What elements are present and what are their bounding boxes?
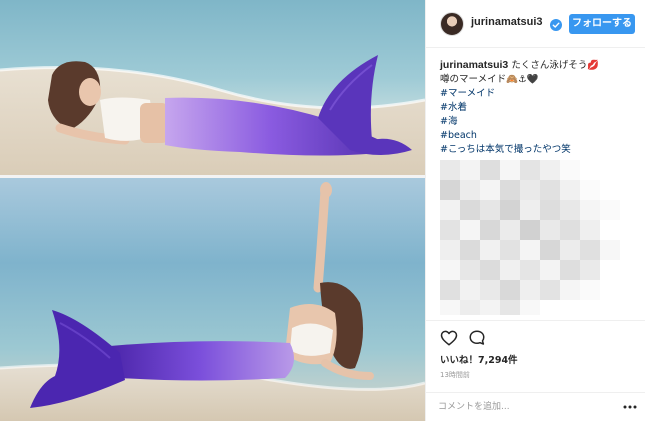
header-username[interactable]: jurinamatsui3 [471, 16, 543, 28]
post-actions: いいね！7,294件 13時間前 [426, 320, 645, 392]
hashtag-link[interactable]: #こっちは本気で撮ったやつ笑 [440, 143, 636, 157]
speech-bubble-icon[interactable] [468, 329, 486, 347]
ellipsis-icon[interactable] [622, 399, 638, 415]
instagram-post: jurinamatsui3 フォローする jurinamatsui3 たくさん泳… [0, 0, 645, 421]
caption-text-line1: たくさん泳げそう💋 [511, 60, 600, 71]
hashtag-link[interactable]: #海 [440, 115, 636, 129]
caption-text-line2: 噂のマーメイド🙈⚓🖤 [440, 74, 539, 85]
hashtag-link[interactable]: #beach [440, 129, 636, 143]
post-header: jurinamatsui3 フォローする [426, 0, 645, 48]
comment-bar [426, 392, 645, 421]
photo-mermaid-arm-raised [0, 178, 425, 421]
caption-username[interactable]: jurinamatsui3 [440, 59, 508, 71]
caption-first-line: jurinamatsui3 たくさん泳げそう💋 [440, 58, 636, 73]
avatar[interactable] [440, 12, 464, 36]
post-photo[interactable] [0, 0, 425, 421]
comment-input[interactable] [438, 399, 608, 415]
hashtag-link[interactable]: #マーメイド [440, 87, 636, 101]
heart-icon[interactable] [440, 329, 458, 347]
pixelated-comments [440, 160, 630, 315]
photo-mermaid-lying [0, 0, 425, 175]
likes-count[interactable]: いいね！7,294件 [440, 352, 518, 366]
post-timestamp: 13時間前 [440, 371, 470, 379]
hashtag-link[interactable]: #水着 [440, 101, 636, 115]
verified-badge-icon [550, 16, 562, 31]
follow-button[interactable]: フォローする [569, 14, 635, 34]
post-sidebar: jurinamatsui3 フォローする jurinamatsui3 たくさん泳… [425, 0, 645, 421]
post-caption: jurinamatsui3 たくさん泳げそう💋 噂のマーメイド🙈⚓🖤 #マーメイ… [440, 58, 636, 157]
